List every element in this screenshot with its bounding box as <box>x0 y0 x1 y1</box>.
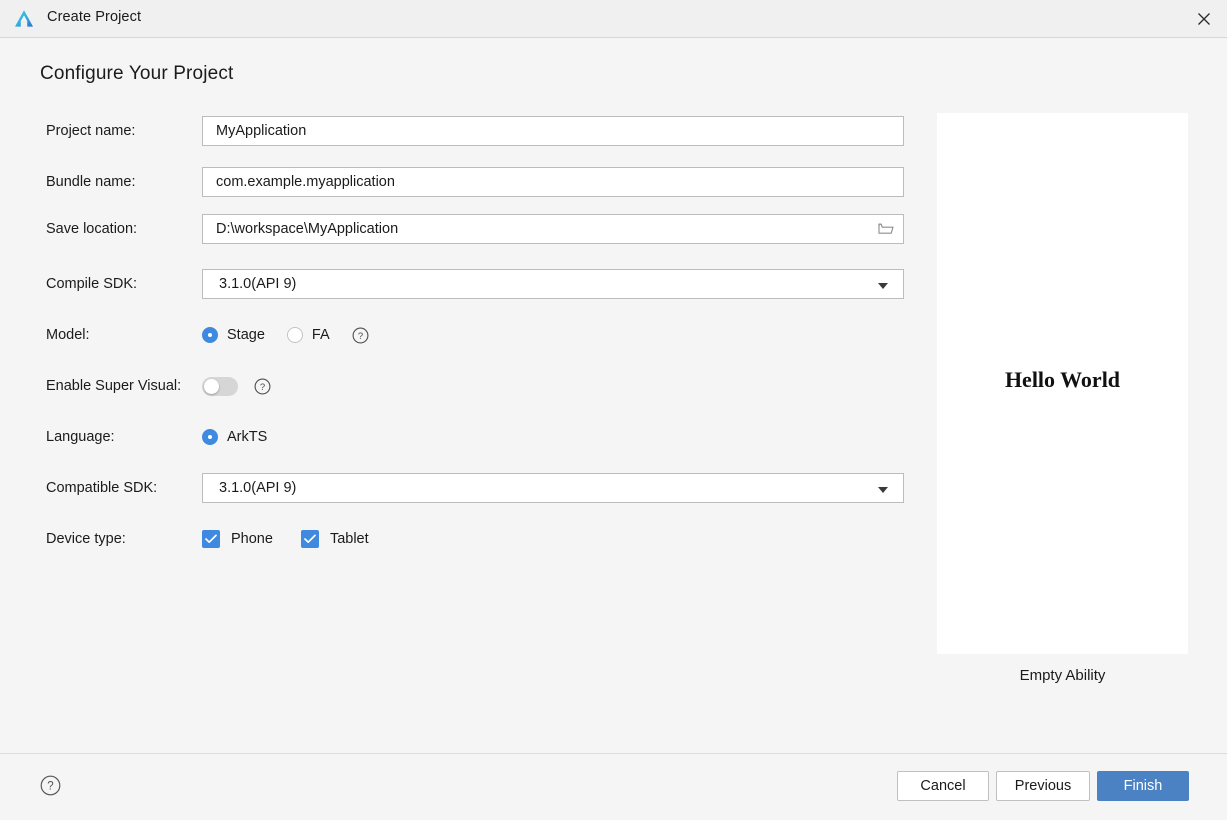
radio-label-fa: FA <box>311 327 330 343</box>
compatible-sdk-select[interactable]: 3.1.0(API 9) <box>202 473 904 503</box>
compile-sdk-select[interactable]: 3.1.0(API 9) <box>202 269 904 299</box>
radio-indicator-stage <box>202 327 218 343</box>
deveco-studio-logo-icon <box>12 7 36 31</box>
radio-label-stage: Stage <box>227 327 265 343</box>
checkbox-indicator-phone <box>202 530 220 548</box>
footer-separator <box>0 753 1227 754</box>
language-label: Language: <box>46 429 115 445</box>
enable-super-visual-control: ? <box>202 371 271 401</box>
preview-caption: Empty Ability <box>1019 667 1106 684</box>
enable-super-visual-label: Enable Super Visual: <box>46 378 182 394</box>
checkbox-device-tablet[interactable]: Tablet <box>300 530 369 548</box>
template-preview-panel: Hello World <box>937 113 1188 654</box>
radio-indicator-fa <box>286 327 303 343</box>
checkbox-label-phone: Phone <box>231 531 273 547</box>
finish-button[interactable]: Finish <box>1097 771 1189 801</box>
bundle-name-input[interactable] <box>202 167 904 197</box>
checkbox-indicator-tablet <box>300 530 319 548</box>
super-visual-help-circle-icon[interactable]: ? <box>254 378 271 395</box>
radio-language-arkts[interactable]: ArkTS <box>202 429 267 445</box>
compile-sdk-label: Compile SDK: <box>46 276 138 292</box>
project-name-control <box>202 116 904 146</box>
project-name-input[interactable] <box>202 116 904 146</box>
svg-text:?: ? <box>260 382 265 393</box>
model-label: Model: <box>46 327 90 343</box>
radio-indicator-arkts <box>202 429 218 445</box>
bundle-name-label: Bundle name: <box>46 174 136 190</box>
bundle-name-control <box>202 167 904 197</box>
compatible-sdk-value: 3.1.0(API 9) <box>219 480 297 496</box>
save-location-control <box>202 214 904 244</box>
svg-text:?: ? <box>357 331 362 342</box>
folder-icon[interactable] <box>878 221 894 236</box>
enable-super-visual-toggle[interactable] <box>202 376 238 396</box>
compatible-sdk-control: 3.1.0(API 9) <box>202 473 904 503</box>
checkbox-device-phone[interactable]: Phone <box>202 530 273 548</box>
footer-help-circle-icon[interactable]: ? <box>40 775 61 796</box>
title-bar: Create Project <box>0 0 1227 38</box>
previous-button[interactable]: Previous <box>996 771 1090 801</box>
toggle-knob <box>204 378 219 394</box>
create-project-dialog: Create Project Configure Your Project Pr… <box>0 0 1227 820</box>
model-help-circle-icon[interactable]: ? <box>352 327 369 344</box>
compile-sdk-value: 3.1.0(API 9) <box>219 276 297 292</box>
save-location-input[interactable] <box>202 214 904 244</box>
device-type-control: Phone Tablet <box>202 524 397 554</box>
page-title: Configure Your Project <box>40 63 234 84</box>
window-title: Create Project <box>47 9 142 25</box>
save-location-label: Save location: <box>46 221 138 237</box>
checkbox-label-tablet: Tablet <box>329 531 369 547</box>
compile-sdk-control: 3.1.0(API 9) <box>202 269 904 299</box>
cancel-button[interactable]: Cancel <box>897 771 989 801</box>
language-control: ArkTS <box>202 422 289 452</box>
chevron-down-icon <box>878 487 888 493</box>
project-name-label: Project name: <box>46 123 136 139</box>
radio-model-fa[interactable]: FA <box>286 327 330 343</box>
radio-label-arkts: ArkTS <box>227 429 268 445</box>
radio-model-stage[interactable]: Stage <box>202 327 265 343</box>
chevron-down-icon <box>878 283 888 289</box>
preview-hello-world-text: Hello World <box>1004 367 1121 392</box>
compatible-sdk-label: Compatible SDK: <box>46 480 158 496</box>
model-control: Stage FA ? <box>202 320 369 350</box>
device-type-label: Device type: <box>46 531 126 547</box>
svg-text:?: ? <box>47 781 53 793</box>
close-icon[interactable] <box>1181 0 1227 37</box>
